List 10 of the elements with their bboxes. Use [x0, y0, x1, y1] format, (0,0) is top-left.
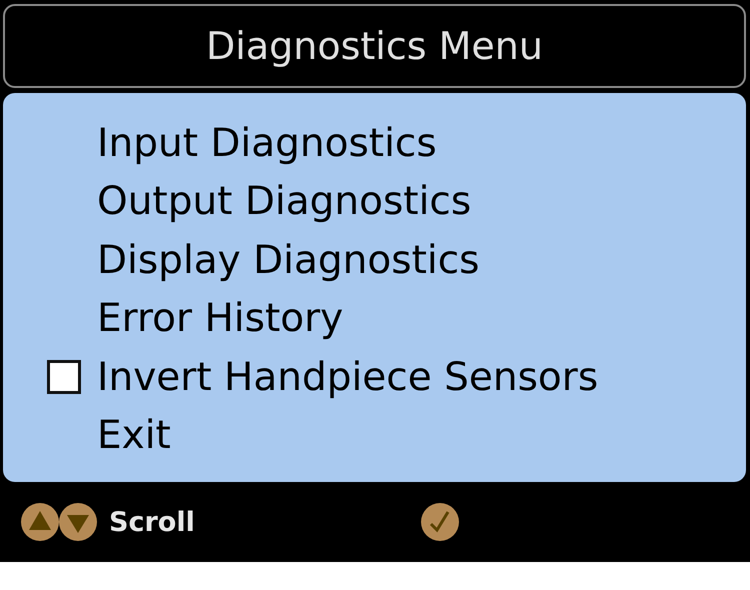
menu-item[interactable]: Invert Handpiece Sensors [97, 354, 598, 400]
menu-item[interactable]: Display Diagnostics [97, 238, 480, 283]
menu-item[interactable]: Input Diagnostics [97, 120, 437, 166]
menu-title: Diagnostics Menu [206, 24, 543, 68]
scroll-label: Scroll [109, 506, 195, 538]
menu-item[interactable]: Exit [97, 413, 171, 458]
menu-item[interactable]: Output Diagnostics [97, 179, 472, 224]
checkbox[interactable] [47, 360, 81, 394]
menu-item[interactable]: Error History [97, 296, 344, 342]
check-icon [420, 503, 459, 541]
